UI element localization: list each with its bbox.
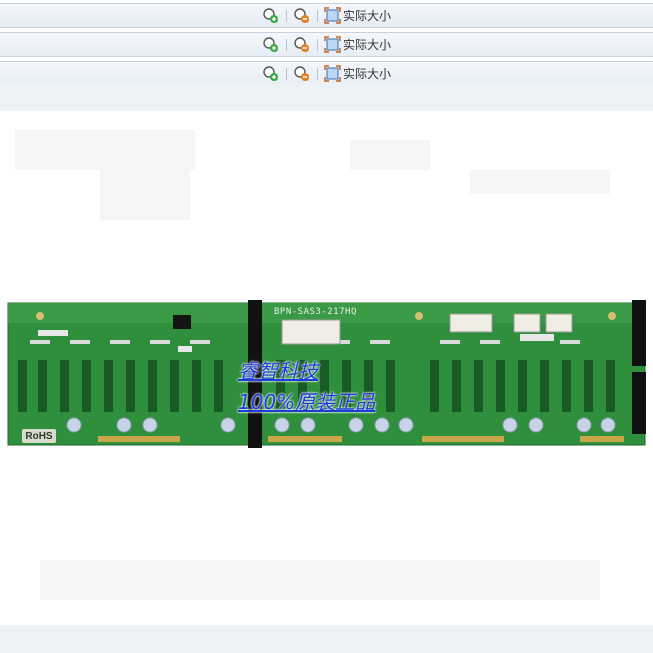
- image-toolbar-1: 实际大小: [0, 3, 653, 28]
- actual-size-button[interactable]: 实际大小: [324, 36, 391, 53]
- actual-size-label: 实际大小: [342, 67, 391, 81]
- toolbar-separator: [285, 67, 287, 80]
- toolbar-group: 实际大小: [262, 65, 391, 83]
- zoom-in-icon: [263, 65, 278, 81]
- actual-size-label: 实际大小: [342, 38, 391, 52]
- product-photo: [0, 111, 653, 625]
- toolbar-separator: [285, 9, 287, 22]
- zoom-out-button[interactable]: [293, 36, 311, 54]
- zoom-in-button[interactable]: [262, 7, 280, 25]
- toolbar-separator: [285, 38, 287, 51]
- bottom-band: [0, 625, 653, 653]
- toolbar-separator: [316, 9, 318, 22]
- actual-size-icon: [324, 7, 341, 24]
- backplane-board-image: [7, 130, 646, 600]
- toolbar-group: 实际大小: [262, 7, 391, 25]
- zoom-in-button[interactable]: [262, 36, 280, 54]
- actual-size-button[interactable]: 实际大小: [324, 7, 391, 24]
- zoom-in-button[interactable]: [262, 65, 280, 83]
- rohs-marking: RoHS: [22, 429, 56, 443]
- actual-size-button[interactable]: 实际大小: [324, 65, 391, 82]
- image-toolbar-2: 实际大小: [0, 32, 653, 57]
- toolbar-separator: [316, 38, 318, 51]
- board-model-label: BPN-SAS3-217HQ: [274, 307, 357, 317]
- zoom-in-icon: [263, 36, 278, 52]
- actual-size-icon: [324, 65, 341, 82]
- watermark-line-2: 100%原装正品: [238, 390, 376, 414]
- zoom-out-button[interactable]: [293, 65, 311, 83]
- toolbar-group: 实际大小: [262, 36, 391, 54]
- zoom-out-button[interactable]: [293, 7, 311, 25]
- toolbar-separator: [316, 67, 318, 80]
- watermark-line-1: 睿智科技: [238, 359, 318, 383]
- zoom-out-icon: [294, 65, 309, 81]
- zoom-in-icon: [263, 7, 278, 23]
- actual-size-icon: [324, 36, 341, 53]
- toolbar-spacer: [0, 83, 653, 111]
- zoom-out-icon: [294, 7, 309, 23]
- actual-size-label: 实际大小: [342, 9, 391, 23]
- zoom-out-icon: [294, 36, 309, 52]
